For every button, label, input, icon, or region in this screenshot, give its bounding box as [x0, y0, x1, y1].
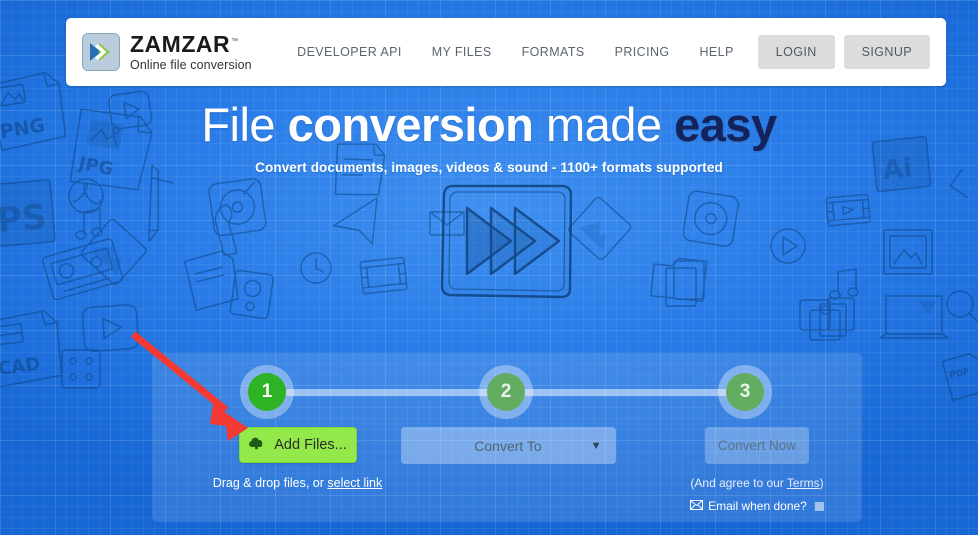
terms-notice: (And agree to our Terms)	[652, 476, 862, 490]
convert-to-value: Convert To	[474, 437, 542, 454]
step-indicator: 1 2 3	[152, 353, 862, 427]
email-when-done-checkbox[interactable]	[814, 501, 824, 511]
step-number: 3	[726, 373, 764, 411]
nav-item-pricing[interactable]: PRICING	[600, 45, 685, 59]
step-number: 1	[248, 373, 286, 411]
convert-now-button[interactable]: Convert Now	[705, 427, 809, 464]
page-title: File conversion made easy	[0, 100, 978, 149]
nav-item-formats[interactable]: FORMATS	[507, 45, 600, 59]
page-subtitle: Convert documents, images, videos & soun…	[255, 160, 723, 176]
site-header: ZAMZAR™ Online file conversion DEVELOPER…	[66, 18, 946, 86]
terms-suffix: )	[819, 476, 824, 490]
terms-link[interactable]: Terms	[787, 476, 820, 490]
trademark-symbol: ™	[231, 38, 239, 46]
envelope-icon	[690, 499, 704, 513]
headline-part-2: conversion	[287, 98, 534, 151]
email-when-done-label: Email when done?	[708, 499, 807, 513]
step-3-column: Convert Now (And agree to our Terms) Ema…	[652, 427, 862, 513]
converter-widget: 1 2 3 Add Files... Drag & drop files, or…	[152, 353, 862, 522]
signup-button[interactable]: SIGNUP	[843, 35, 930, 69]
add-files-button[interactable]: Add Files...	[238, 427, 357, 463]
chevron-down-icon: ▼	[590, 439, 602, 452]
step-1-column: Add Files... Drag & drop files, or selec…	[190, 427, 405, 490]
svg-text:PS: PS	[0, 197, 48, 241]
email-when-done-row[interactable]: Email when done?	[652, 499, 862, 513]
drag-drop-hint: Drag & drop files, or select link	[190, 476, 405, 490]
logo[interactable]: ZAMZAR™ Online file conversion	[82, 30, 252, 72]
svg-text:CAD: CAD	[0, 354, 41, 380]
nav-item-help[interactable]: HELP	[685, 45, 749, 59]
logo-name: ZAMZAR	[130, 30, 231, 57]
step-indicator-2: 2	[479, 365, 533, 419]
cloud-upload-icon	[248, 436, 265, 454]
step-indicator-1: 1	[240, 365, 294, 419]
drag-drop-hint-text: Drag & drop files, or	[212, 476, 328, 490]
hero-section: File conversion made easy Convert docume…	[0, 100, 978, 176]
svg-text:PDF: PDF	[949, 367, 971, 381]
step-indicator-3: 3	[718, 365, 772, 419]
double-chevron-icon	[82, 33, 120, 71]
terms-prefix: (And agree to our	[690, 476, 787, 490]
headline-part-3: made	[533, 98, 675, 151]
convert-to-dropdown[interactable]: Convert To ▼	[400, 427, 616, 464]
logo-wordmark: ZAMZAR™	[130, 30, 239, 57]
main-navigation: DEVELOPER API MY FILES FORMATS PRICING H…	[282, 35, 930, 69]
headline-part-4: easy	[674, 98, 777, 151]
headline-part-1: File	[201, 98, 288, 151]
login-button[interactable]: LOGIN	[757, 35, 835, 69]
nav-item-my-files[interactable]: MY FILES	[417, 45, 507, 59]
play-triangles-sketch-icon	[437, 180, 577, 302]
step-number: 2	[487, 373, 525, 411]
select-link[interactable]: select link	[327, 476, 382, 490]
step-2-column: Convert To ▼	[397, 427, 619, 464]
logo-tagline: Online file conversion	[130, 57, 252, 72]
add-files-label: Add Files...	[274, 437, 347, 453]
page-background: PNG JPG PS CAD Ai PDF ZAMZAR™ Online fil…	[0, 0, 978, 535]
nav-item-developer-api[interactable]: DEVELOPER API	[282, 45, 417, 59]
